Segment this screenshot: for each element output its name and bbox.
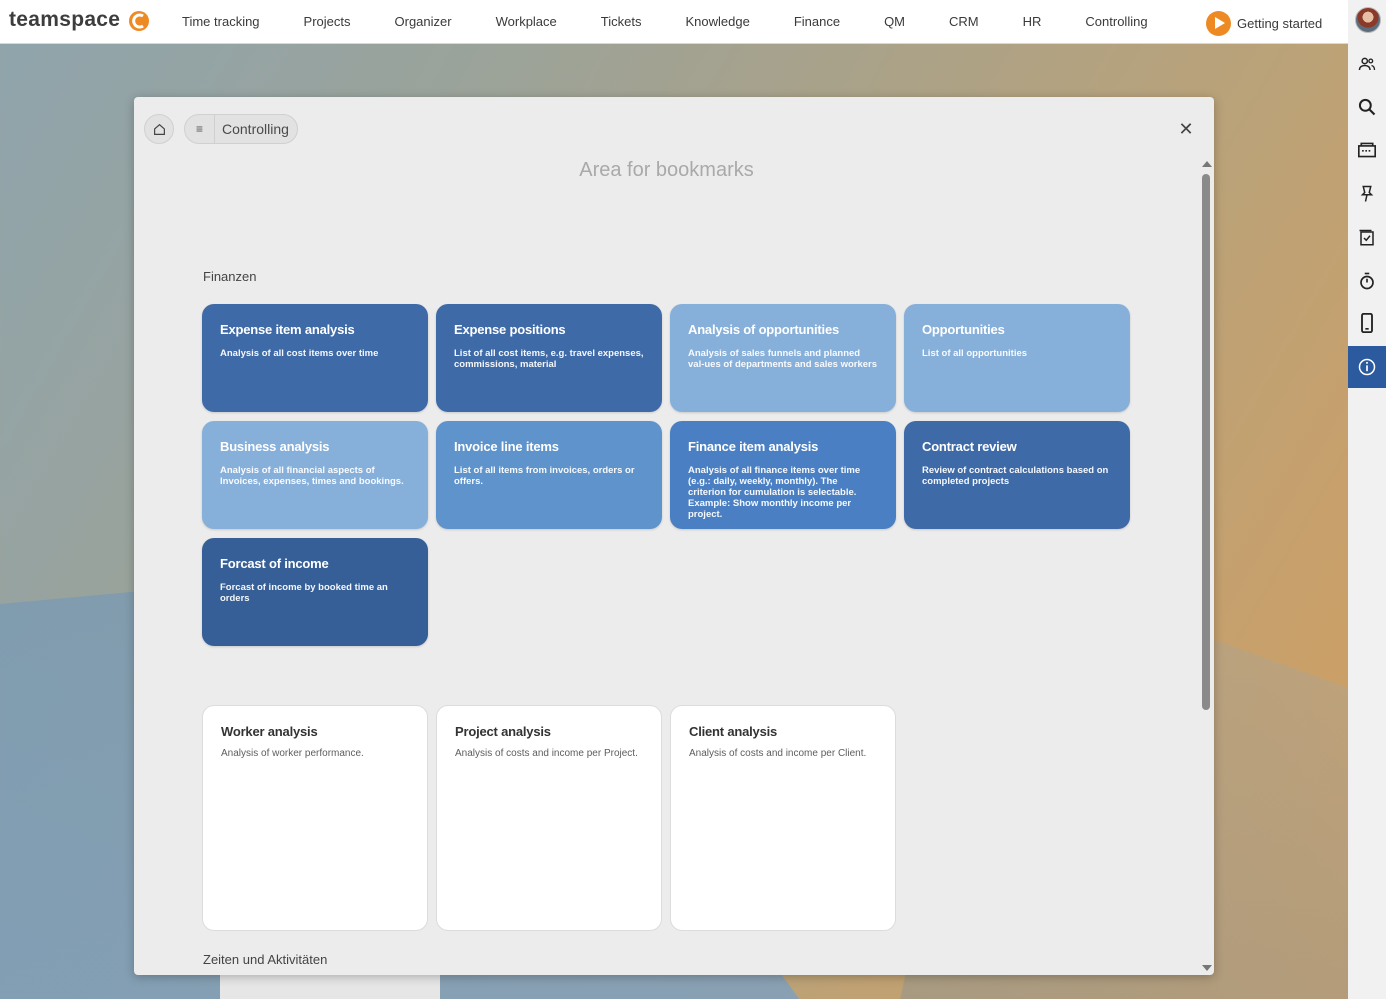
tile-description: Analysis of sales funnels and planned va… xyxy=(688,348,878,370)
nav-finance[interactable]: Finance xyxy=(772,0,862,44)
inbox-icon[interactable] xyxy=(1348,130,1386,170)
nav-crm[interactable]: CRM xyxy=(927,0,1001,44)
tile-title: Invoice line items xyxy=(454,439,559,454)
tile-description: Analysis of all cost items over time xyxy=(220,348,379,359)
avatar[interactable] xyxy=(1355,7,1381,33)
section-label-finanzen: Finanzen xyxy=(203,269,257,284)
search-icon[interactable] xyxy=(1348,87,1386,127)
users-icon[interactable] xyxy=(1348,44,1386,84)
nav-knowledge[interactable]: Knowledge xyxy=(663,0,771,44)
nav-tickets[interactable]: Tickets xyxy=(579,0,664,44)
tile-title: Worker analysis xyxy=(221,724,318,739)
tile-project-analysis[interactable]: Project analysis Analysis of costs and i… xyxy=(436,705,662,931)
tile-analysis-of-opportunities[interactable]: Analysis of opportunities Analysis of sa… xyxy=(670,304,896,412)
tile-title: Analysis of opportunities xyxy=(688,322,840,337)
tile-description: List of all items from invoices, orders … xyxy=(454,465,635,487)
nav-hr[interactable]: HR xyxy=(1001,0,1064,44)
tile-forcast-of-income[interactable]: Forcast of income Forcast of income by b… xyxy=(202,538,428,646)
tile-title: Client analysis xyxy=(689,724,778,739)
tile-title: Business analysis xyxy=(220,439,330,454)
tile-description: Analysis of all finance items over time … xyxy=(688,465,861,520)
teamspace-logo[interactable]: teamspace xyxy=(9,8,120,36)
nav-qm[interactable]: QM xyxy=(862,0,927,44)
tile-title: Finance item analysis xyxy=(688,439,819,454)
getting-started-button[interactable]: Getting started xyxy=(1206,10,1322,36)
tile-expense-item-analysis[interactable]: Expense item analysis Analysis of all co… xyxy=(202,304,428,412)
tile-description: List of all cost items, e.g. travel expe… xyxy=(454,348,644,370)
play-icon xyxy=(1206,10,1231,36)
tile-client-analysis[interactable]: Client analysis Analysis of costs and in… xyxy=(670,705,896,931)
tile-expense-positions[interactable]: Expense positions List of all cost items… xyxy=(436,304,662,412)
section-label-zeiten-und-aktivitaeten: Zeiten und Aktivitäten xyxy=(203,952,328,967)
tile-title: Opportunities xyxy=(922,322,1005,337)
tile-title: Expense item analysis xyxy=(220,322,355,337)
tile-description: Analysis of all financial aspects of Inv… xyxy=(220,465,404,487)
tile-description: Analysis of costs and income per Project… xyxy=(455,748,638,759)
scroll-down-arrow-icon[interactable] xyxy=(1202,965,1212,971)
tile-description: Analysis of costs and income per Client. xyxy=(689,748,867,759)
tile-description: List of all opportunities xyxy=(922,348,1028,359)
tile-description: Review of contract calculations based on… xyxy=(922,465,1109,487)
nav-organizer[interactable]: Organizer xyxy=(373,0,474,44)
close-icon[interactable]: ✕ xyxy=(1174,117,1198,141)
info-icon[interactable] xyxy=(1348,346,1386,388)
scroll-up-arrow-icon[interactable] xyxy=(1202,161,1212,167)
nav-projects[interactable]: Projects xyxy=(282,0,373,44)
breadcrumb-label: Controlling xyxy=(222,121,289,137)
tile-title: Expense positions xyxy=(454,322,566,337)
nav-workplace[interactable]: Workplace xyxy=(474,0,579,44)
checklist-icon[interactable] xyxy=(1348,218,1386,258)
home-icon xyxy=(153,123,165,135)
tile-description: Analysis of worker performance. xyxy=(221,748,364,759)
tile-worker-analysis[interactable]: Worker analysis Analysis of worker perfo… xyxy=(202,705,428,931)
main-nav: Time tracking Projects Organizer Workpla… xyxy=(160,0,1170,44)
tile-opportunities[interactable]: Opportunities List of all opportunities xyxy=(904,304,1130,412)
dialog-scrollbar[interactable] xyxy=(1199,157,1213,975)
menu-icon[interactable]: ≡ xyxy=(185,115,215,143)
teamspace-logo-icon xyxy=(129,11,149,31)
tile-business-analysis[interactable]: Business analysis Analysis of all financ… xyxy=(202,421,428,529)
tile-description: Forcast of income by booked time an orde… xyxy=(220,582,388,604)
top-navigation-bar: teamspace Time tracking Projects Organiz… xyxy=(0,0,1348,44)
nav-controlling[interactable]: Controlling xyxy=(1063,0,1169,44)
pin-icon[interactable] xyxy=(1348,174,1386,214)
breadcrumb[interactable]: ≡ Controlling xyxy=(184,114,298,144)
tile-title: Project analysis xyxy=(455,724,551,739)
tile-finance-item-analysis[interactable]: Finance item analysis Analysis of all fi… xyxy=(670,421,896,529)
right-sidebar xyxy=(1348,0,1386,999)
timer-icon[interactable] xyxy=(1348,261,1386,301)
tile-title: Forcast of income xyxy=(220,556,329,571)
home-button[interactable] xyxy=(144,114,174,144)
scrollbar-thumb[interactable] xyxy=(1202,174,1210,710)
nav-time-tracking[interactable]: Time tracking xyxy=(160,0,282,44)
tile-invoice-line-items[interactable]: Invoice line items List of all items fro… xyxy=(436,421,662,529)
controlling-dialog: ≡ Controlling ✕ Area for bookmarks Finan… xyxy=(134,97,1214,975)
mobile-icon[interactable] xyxy=(1348,303,1386,343)
bookmarks-area-title: Area for bookmarks xyxy=(579,159,754,181)
tile-contract-review[interactable]: Contract review Review of contract calcu… xyxy=(904,421,1130,529)
getting-started-label: Getting started xyxy=(1237,15,1323,31)
tile-title: Contract review xyxy=(922,439,1017,454)
